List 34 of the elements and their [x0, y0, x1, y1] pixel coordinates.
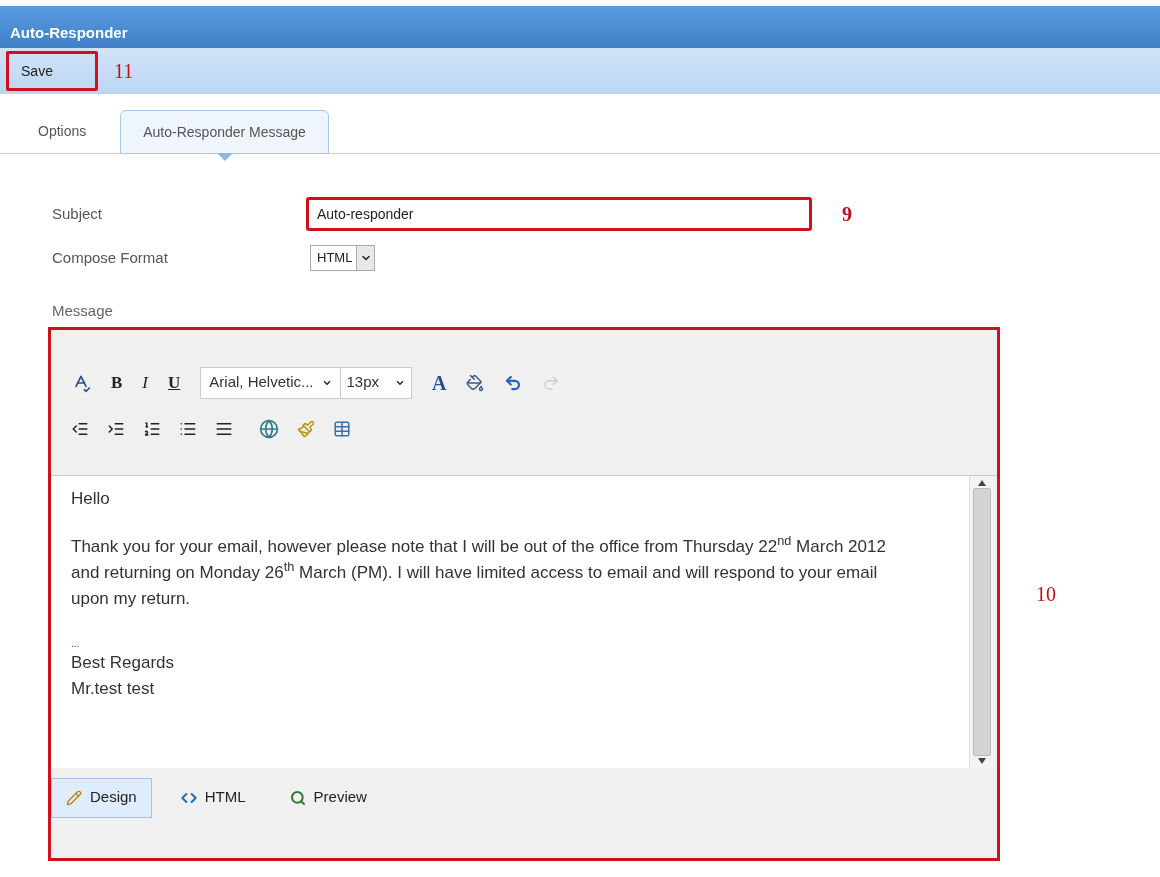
message-text: Mr.test test [71, 677, 156, 700]
font-color-button[interactable]: A [432, 367, 447, 398]
window-title: Auto-Responder [10, 22, 128, 43]
scrollbar[interactable] [969, 475, 993, 768]
font-size-dropdown[interactable]: 13px [340, 367, 412, 398]
field-label: Subject [52, 203, 104, 224]
font-family-dropdown[interactable]: Arial, Helvetic... [201, 367, 341, 398]
numbered-list-icon[interactable] [143, 419, 161, 438]
message-text: Thank you for your email, however please note that I will be out of the office from Thursday 22$^{nd}$ March 2012 and returning on Monday 26$^{th}$ March (PM). I will have limited access to email and will respond to your email upon my return. [71, 533, 887, 610]
magnifier-icon [289, 789, 306, 806]
annotation-number: 11 [114, 59, 134, 84]
tab[interactable]: Options [28, 109, 97, 153]
subject-field[interactable]: Auto-responder [306, 197, 812, 231]
mode-tab[interactable]: Preview [274, 777, 382, 818]
message-text: Best Regards [71, 651, 175, 674]
italic-button[interactable]: I [142, 369, 148, 396]
mode-tab[interactable]: HTML [165, 777, 261, 818]
pencil-icon [66, 789, 82, 806]
paint-bucket-icon[interactable] [466, 373, 485, 392]
bold-button[interactable]: B [111, 369, 123, 396]
undo-icon[interactable] [504, 373, 523, 392]
format-dropdown[interactable]: HTML [310, 245, 376, 271]
globe-icon[interactable] [259, 418, 279, 439]
message-text: ... [71, 637, 80, 650]
save-button[interactable]: Save [6, 51, 98, 91]
annotation-number: 10 [1036, 581, 1056, 607]
tab-pointer-icon [216, 153, 233, 161]
underline-button[interactable]: U [168, 369, 181, 396]
mode-tab[interactable]: Design [51, 777, 152, 818]
field-label: Message [52, 301, 114, 321]
field-label: Compose Format [52, 247, 169, 268]
message-text: Hello [71, 487, 111, 510]
annotation-number: 9 [842, 202, 852, 227]
table-icon[interactable] [333, 419, 351, 438]
